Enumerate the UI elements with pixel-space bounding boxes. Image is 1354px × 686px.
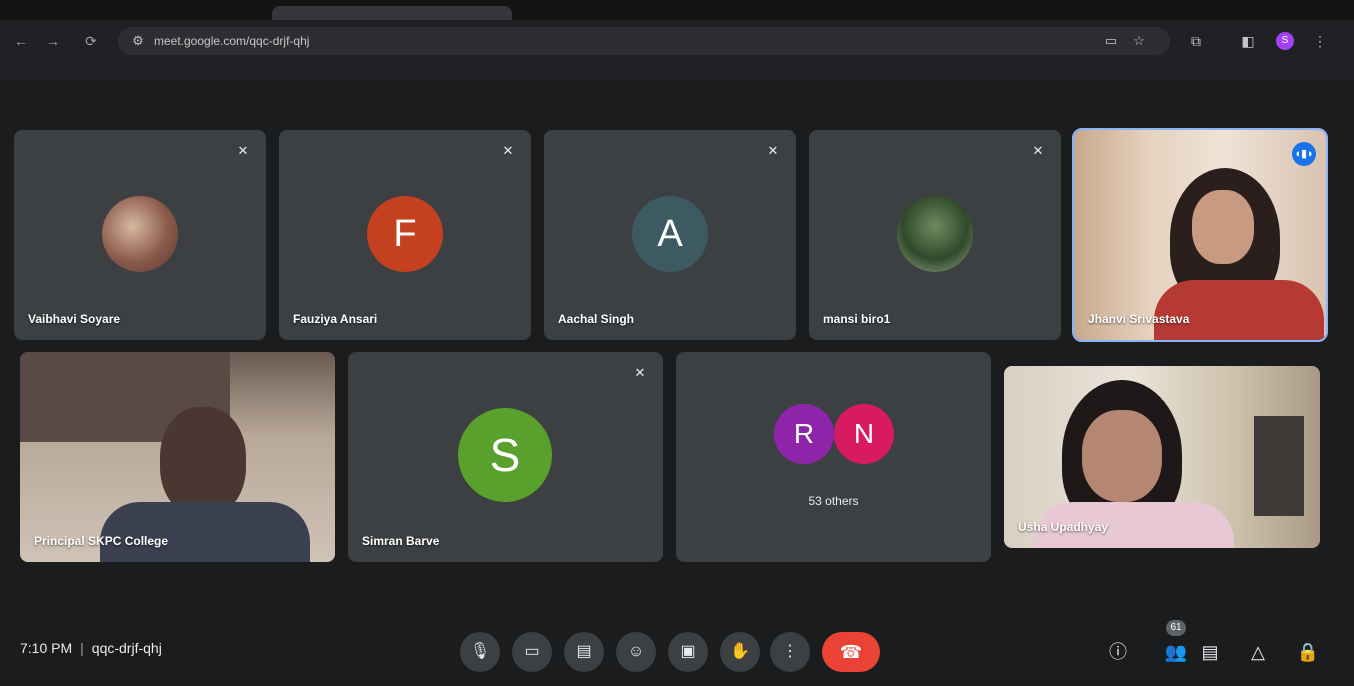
participant-photo (897, 196, 973, 272)
participant-tile[interactable]: ✕ Vaibhavi Soyare (14, 130, 266, 340)
participant-avatar: A (632, 196, 708, 272)
video-face (1082, 410, 1162, 502)
address-bar[interactable]: ⚙ meet.google.com/qqc-drjf-qhj ▭ ☆ (118, 27, 1170, 55)
participant-name: Jhanvi Srivastava (1088, 312, 1190, 326)
participant-avatar: F (367, 196, 443, 272)
microphone-icon: 🎙 (469, 643, 491, 660)
mic-off-icon: ✕ (634, 365, 646, 380)
participant-name: mansi biro1 (823, 312, 891, 326)
participant-name: Fauziya Ansari (293, 312, 378, 326)
video-clothing (100, 502, 310, 562)
participant-avatar: S (458, 408, 552, 502)
activities-button[interactable]: △ (1244, 638, 1272, 666)
activities-icon: △ (1251, 642, 1265, 662)
browser-toolbar: ← → ⟳ ⚙ meet.google.com/qqc-drjf-qhj ▭ ☆… (0, 0, 1354, 80)
site-info-icon[interactable]: ⚙ (128, 31, 148, 51)
mic-off-icon: ✕ (237, 143, 249, 158)
people-count-badge: 61 (1166, 620, 1186, 636)
meeting-info: 7:10 PM | qqc-drjf-qhj (20, 640, 162, 656)
participant-photo (102, 196, 178, 272)
more-vert-icon: ⋮ (782, 643, 798, 660)
hang-up-icon: ☎ (839, 642, 863, 662)
emoji-icon: ☺ (627, 643, 645, 660)
lock-icon: 🔒 (1296, 642, 1320, 662)
participant-tile[interactable]: ✕ A Aachal Singh (544, 130, 796, 340)
video-clothing (1154, 280, 1324, 340)
emoji-reactions-button[interactable]: ☺ (616, 632, 656, 672)
leave-call-button[interactable]: ☎ (822, 632, 880, 672)
people-button[interactable]: 👥 (1162, 638, 1190, 666)
reload-icon[interactable]: ⟳ (80, 30, 102, 52)
present-icon: ▣ (680, 643, 696, 660)
divider: | (80, 640, 84, 656)
mic-off-icon: ✕ (1032, 143, 1044, 158)
participant-name: Aachal Singh (558, 312, 635, 326)
back-icon[interactable]: ← (10, 30, 32, 52)
info-icon: ⓘ (1109, 642, 1127, 662)
others-avatar: R (774, 404, 834, 464)
meeting-code: qqc-drjf-qhj (91, 640, 162, 656)
captions-icon: ▤ (576, 643, 592, 660)
participant-video-tile[interactable]: Usha Upadhyay (1004, 366, 1320, 548)
tab-strip (0, 0, 1354, 20)
menu-dots-icon[interactable]: ⋮ (1310, 31, 1330, 51)
camera-permission-icon[interactable]: ▭ (1102, 32, 1120, 50)
video-face (160, 407, 246, 517)
participant-video-tile[interactable]: ◖▮◗ Jhanvi Srivastava (1072, 128, 1328, 342)
more-options-button[interactable]: ⋮ (770, 632, 810, 672)
participant-name: Usha Upadhyay (1018, 520, 1109, 534)
participant-name: Simran Barve (362, 534, 440, 548)
raise-hand-button[interactable]: ✋ (720, 632, 760, 672)
present-screen-button[interactable]: ▣ (668, 632, 708, 672)
side-panel-icon[interactable]: ◧ (1238, 31, 1258, 51)
others-count: 53 others (808, 494, 859, 508)
camera-icon: ▭ (524, 643, 540, 660)
mic-off-icon: ✕ (767, 143, 779, 158)
bookmark-star-icon[interactable]: ☆ (1130, 32, 1148, 50)
meeting-time: 7:10 PM (20, 640, 73, 656)
participant-name: Vaibhavi Soyare (28, 312, 121, 326)
speaking-indicator-icon: ◖▮◗ (1292, 142, 1316, 166)
hand-icon: ✋ (730, 643, 750, 660)
extensions-icon[interactable]: ⧉ (1186, 31, 1206, 51)
video-background-tv (1254, 416, 1304, 516)
participant-name: Principal SKPC College (34, 534, 169, 548)
people-icon: 👥 (1164, 642, 1188, 662)
participant-tile[interactable]: ✕ mansi biro1 (809, 130, 1061, 340)
participant-tile[interactable]: ✕ F Fauziya Ansari (279, 130, 531, 340)
profile-avatar[interactable]: S (1276, 32, 1294, 50)
chat-icon: ▤ (1201, 642, 1219, 662)
video-face (1192, 190, 1254, 264)
others-tile[interactable]: R N 53 others (676, 352, 991, 562)
captions-button[interactable]: ▤ (564, 632, 604, 672)
participant-video-tile[interactable]: Principal SKPC College (20, 352, 335, 562)
active-tab[interactable] (272, 6, 512, 20)
host-controls-button[interactable]: 🔒 (1294, 638, 1322, 666)
forward-icon[interactable]: → (42, 30, 64, 52)
meeting-details-button[interactable]: ⓘ (1104, 638, 1132, 666)
microphone-button[interactable]: 🎙 (460, 632, 500, 672)
url-text[interactable]: meet.google.com/qqc-drjf-qhj (154, 34, 309, 48)
chat-button[interactable]: ▤ (1196, 638, 1224, 666)
participant-tile[interactable]: ✕ S Simran Barve (348, 352, 663, 562)
others-avatar: N (834, 404, 894, 464)
camera-button[interactable]: ▭ (512, 632, 552, 672)
mic-off-icon: ✕ (502, 143, 514, 158)
